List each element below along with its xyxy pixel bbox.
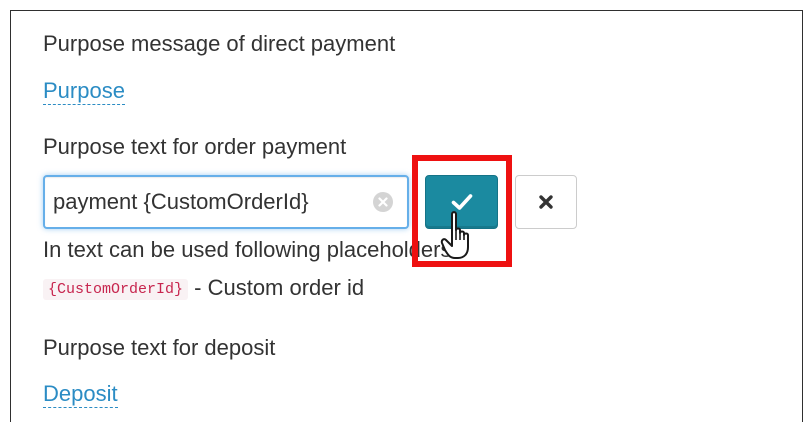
purpose-link[interactable]: Purpose <box>43 78 125 105</box>
placeholder-row: {CustomOrderId} - Custom order id <box>43 275 364 303</box>
order-payment-input[interactable] <box>53 177 365 227</box>
deposit-label: Purpose text for deposit <box>43 335 276 360</box>
close-icon <box>539 195 553 209</box>
order-payment-field[interactable] <box>43 175 409 229</box>
check-icon <box>451 194 472 210</box>
clear-circle-icon[interactable] <box>373 192 393 212</box>
confirm-button[interactable] <box>425 175 498 229</box>
deposit-link[interactable]: Deposit <box>43 381 118 408</box>
placeholder-code: {CustomOrderId} <box>43 279 189 300</box>
cancel-button[interactable] <box>515 175 577 229</box>
order-payment-label: Purpose text for order payment <box>43 134 347 159</box>
placeholders-hint: In text can be used following placeholde… <box>43 237 458 262</box>
placeholder-description: - Custom order id <box>188 275 365 300</box>
direct-payment-label: Purpose message of direct payment <box>43 31 396 56</box>
